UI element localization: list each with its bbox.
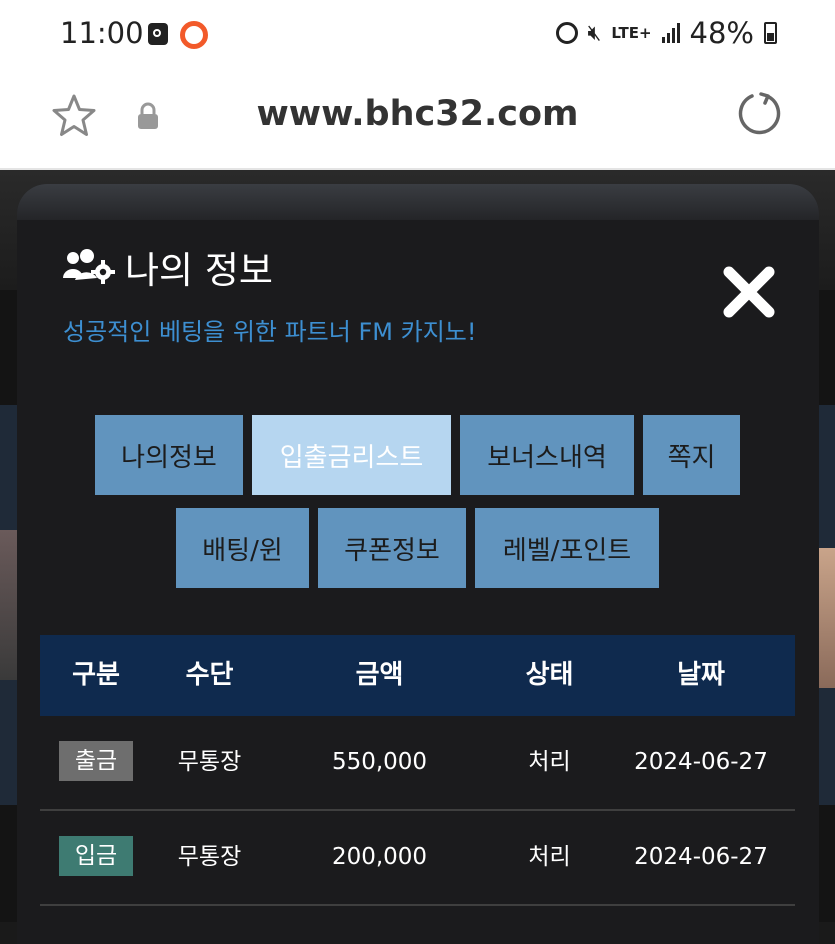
cell-method: 무통장	[177, 749, 242, 775]
deposit-badge: 입금	[59, 836, 133, 876]
tab-my-info[interactable]: 나의정보	[95, 415, 243, 495]
battery-percent: 48%	[689, 16, 754, 50]
page-banner-image-left	[0, 530, 18, 680]
tab-coupon-info[interactable]: 쿠폰정보	[318, 508, 466, 588]
column-header-status: 상태	[525, 660, 574, 690]
tab-level-points[interactable]: 레벨/포인트	[475, 508, 659, 588]
cell-date: 2024-06-27	[634, 749, 768, 775]
status-time: 11:00	[60, 16, 144, 50]
mute-icon: 🔇︎	[587, 20, 602, 46]
page-banner-image-right	[817, 548, 835, 688]
url-text[interactable]: www.bhc32.com	[0, 94, 835, 134]
tab-messages[interactable]: 쪽지	[643, 415, 740, 495]
clock-app-icon	[148, 23, 168, 45]
cell-status: 처리	[528, 844, 571, 870]
modal-subtitle: 성공적인 베팅을 위한 파트너 FM 카지노!	[63, 318, 477, 346]
cell-amount: 200,000	[331, 844, 428, 870]
my-info-modal: 나의 정보 성공적인 베팅을 위한 파트너 FM 카지노! 나의정보 입출금리스…	[17, 184, 819, 944]
column-header-type: 구분	[72, 660, 120, 690]
network-type: LTE+	[611, 23, 652, 42]
status-bar: 11:00 🔇︎ LTE+ 48%	[0, 0, 835, 70]
browser-url-bar: www.bhc32.com	[0, 70, 835, 170]
signal-icon	[661, 23, 680, 43]
table-header: 구분 수단 금액 상태 날짜	[40, 635, 795, 716]
modal-header-bar	[17, 184, 819, 220]
tab-deposit-withdraw-list[interactable]: 입출금리스트	[252, 415, 451, 495]
transaction-table: 구분 수단 금액 상태 날짜 출금 무통장 550,000 처리 2024-06…	[40, 635, 795, 906]
withdraw-badge: 출금	[59, 741, 133, 781]
table-row: 입금 무통장 200,000 처리 2024-06-27	[40, 811, 795, 906]
alarm-icon	[555, 22, 578, 44]
users-gear-icon	[63, 249, 115, 284]
column-header-method: 수단	[185, 660, 234, 690]
notification-ring-icon	[180, 21, 208, 49]
modal-title: 나의 정보	[125, 249, 273, 292]
cell-method: 무통장	[177, 844, 242, 870]
cell-amount: 550,000	[331, 749, 428, 775]
column-header-amount: 금액	[355, 660, 404, 690]
table-row: 출금 무통장 550,000 처리 2024-06-27	[40, 716, 795, 811]
tab-betting-win[interactable]: 배팅/윈	[176, 508, 309, 588]
column-header-date: 날짜	[677, 660, 725, 690]
reload-icon[interactable]	[737, 90, 783, 136]
close-icon[interactable]	[717, 260, 781, 324]
battery-icon	[764, 22, 777, 44]
status-indicators: 🔇︎ LTE+ 48%	[555, 16, 777, 50]
cell-date: 2024-06-27	[634, 844, 768, 870]
cell-status: 처리	[528, 749, 571, 775]
tab-bonus-history[interactable]: 보너스내역	[460, 415, 634, 495]
